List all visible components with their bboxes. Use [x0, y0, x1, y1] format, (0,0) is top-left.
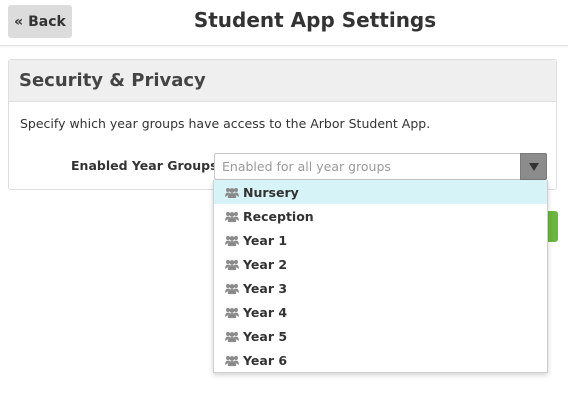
- option-label: Year 1: [243, 232, 288, 248]
- option-year-2[interactable]: Year 2: [214, 252, 547, 276]
- option-label: Year 6: [243, 352, 288, 368]
- option-label: Year 2: [243, 256, 288, 272]
- top-bar: « Back Student App Settings: [0, 0, 568, 46]
- group-icon: [225, 331, 239, 342]
- select-placeholder: Enabled for all year groups: [222, 159, 391, 174]
- enabled-year-groups-label: Enabled Year Groups: [71, 158, 218, 173]
- caret-down-icon: [528, 162, 539, 171]
- option-year-6[interactable]: Year 6: [214, 348, 547, 372]
- option-year-3[interactable]: Year 3: [214, 276, 547, 300]
- group-icon: [225, 307, 239, 318]
- option-year-1[interactable]: Year 1: [214, 228, 547, 252]
- section-description: Specify which year groups have access to…: [20, 116, 431, 131]
- group-icon: [225, 355, 239, 366]
- option-label: Reception: [243, 208, 314, 224]
- option-label: Nursery: [243, 184, 299, 200]
- group-icon: [225, 259, 239, 270]
- option-label: Year 5: [243, 328, 288, 344]
- group-icon: [225, 235, 239, 246]
- group-icon: [225, 187, 239, 198]
- save-button-edge[interactable]: [548, 211, 558, 242]
- group-icon: [225, 211, 239, 222]
- option-year-5[interactable]: Year 5: [214, 324, 547, 348]
- option-reception[interactable]: Reception: [214, 204, 547, 228]
- section-title: Security & Privacy: [9, 60, 556, 102]
- year-groups-select[interactable]: Enabled for all year groups: [214, 153, 547, 180]
- option-label: Year 4: [243, 304, 288, 320]
- dropdown-toggle[interactable]: [520, 153, 547, 180]
- page-title: Student App Settings: [193, 8, 437, 32]
- option-label: Year 3: [243, 280, 288, 296]
- option-year-4[interactable]: Year 4: [214, 300, 547, 324]
- year-groups-dropdown: Nursery Reception Year 1 Year 2 Year 3 Y…: [213, 180, 548, 373]
- group-icon: [225, 283, 239, 294]
- option-nursery[interactable]: Nursery: [214, 180, 547, 204]
